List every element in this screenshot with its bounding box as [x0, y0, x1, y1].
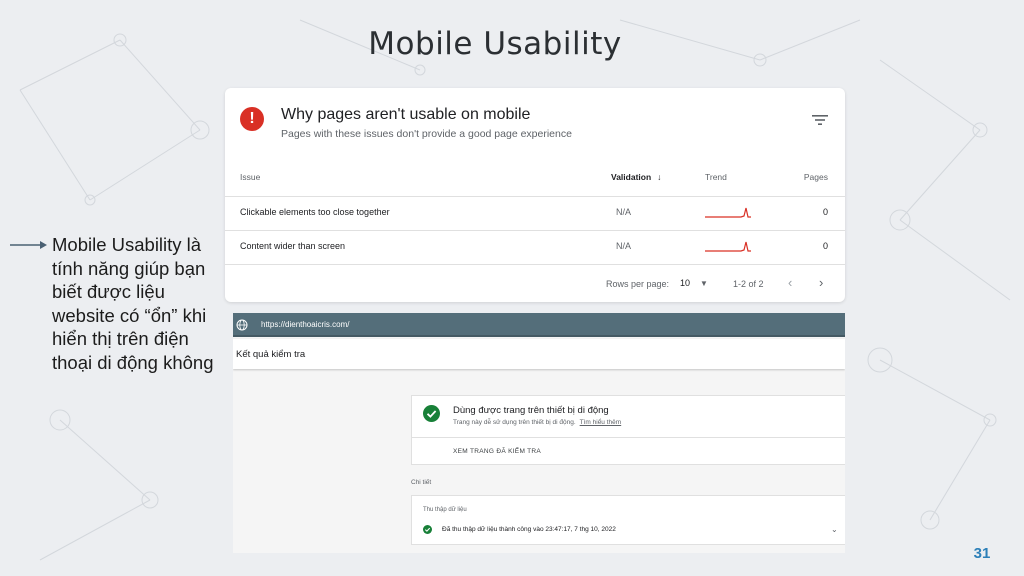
crawl-label: Thu thập dữ liệu	[423, 507, 467, 513]
chevron-down-icon[interactable]: ⌄	[831, 525, 838, 534]
slide-title: Mobile Usability	[368, 26, 622, 62]
validation-status: N/A	[616, 241, 632, 251]
issue-name: Content wider than screen	[240, 241, 346, 251]
rows-per-page-label: Rows per page:	[606, 279, 670, 289]
side-description: Mobile Usability là tính năng giúp bạn b…	[52, 234, 214, 373]
view-tested-page-button[interactable]: XEM TRANG ĐÃ KIỂM TRA	[453, 448, 541, 455]
usable-subtitle: Trang này dễ sử dụng trên thiết bị di độ…	[453, 419, 621, 426]
rows-per-page-select[interactable]: 10 ▼	[680, 278, 708, 288]
column-header-trend: Trend	[705, 172, 727, 182]
card-subtitle: Pages with these issues don't provide a …	[281, 128, 572, 140]
validation-status: N/A	[616, 207, 632, 217]
trend-sparkline	[705, 241, 751, 252]
error-icon: !	[240, 107, 264, 131]
crawl-status: Đã thu thập dữ liệu thành công vào 23:47…	[442, 526, 616, 533]
divider	[225, 264, 845, 265]
trend-sparkline	[705, 207, 751, 218]
page-number: 31	[973, 545, 991, 562]
filter-icon[interactable]	[810, 112, 830, 128]
check-circle-icon	[423, 405, 440, 422]
results-header: Kết quả kiểm tra	[233, 339, 845, 369]
rows-per-page-value: 10	[680, 278, 691, 288]
pages-count: 0	[822, 241, 828, 251]
pages-count: 0	[822, 207, 828, 217]
usable-title: Dùng được trang trên thiết bị di động	[453, 405, 609, 416]
results-title: Kết quả kiểm tra	[236, 349, 306, 360]
usable-status-card: Dùng được trang trên thiết bị di động Tr…	[411, 395, 845, 465]
tested-url: https://dienthoaicris.com/	[261, 320, 350, 329]
validation-label: Validation	[611, 172, 652, 182]
url-bar: https://dienthoaicris.com/	[233, 313, 845, 337]
column-header-validation[interactable]: Validation ↓	[611, 172, 661, 182]
card-title: Why pages aren't usable on mobile	[281, 106, 531, 123]
table-row[interactable]: Content wider than screen N/A 0	[225, 230, 845, 264]
arrow-down-icon: ↓	[657, 172, 662, 182]
usable-subtitle-text: Trang này dễ sử dụng trên thiết bị di độ…	[453, 419, 576, 426]
divider	[412, 437, 845, 438]
details-label: Chi tiết	[411, 479, 432, 486]
check-circle-icon	[423, 525, 432, 534]
chevron-left-icon[interactable]: ‹	[788, 275, 792, 290]
column-header-issue: Issue	[240, 172, 261, 182]
chevron-right-icon[interactable]: ›	[819, 275, 823, 290]
issue-name: Clickable elements too close together	[240, 207, 390, 217]
mobile-friendly-test-panel: https://dienthoaicris.com/ Kết quả kiểm …	[233, 313, 845, 553]
learn-more-link[interactable]: Tìm hiểu thêm	[580, 419, 622, 426]
dropdown-arrow-icon: ▼	[700, 279, 708, 288]
mobile-usability-issues-card: ! Why pages aren't usable on mobile Page…	[225, 88, 845, 302]
globe-icon	[236, 319, 248, 331]
crawl-details-card[interactable]: Thu thập dữ liệu Đã thu thập dữ liệu thà…	[411, 495, 845, 545]
arrow-right-icon	[10, 241, 47, 249]
table-row[interactable]: Clickable elements too close together N/…	[225, 196, 845, 230]
column-header-pages: Pages	[803, 172, 828, 182]
pagination-range: 1-2 of 2	[733, 279, 764, 289]
